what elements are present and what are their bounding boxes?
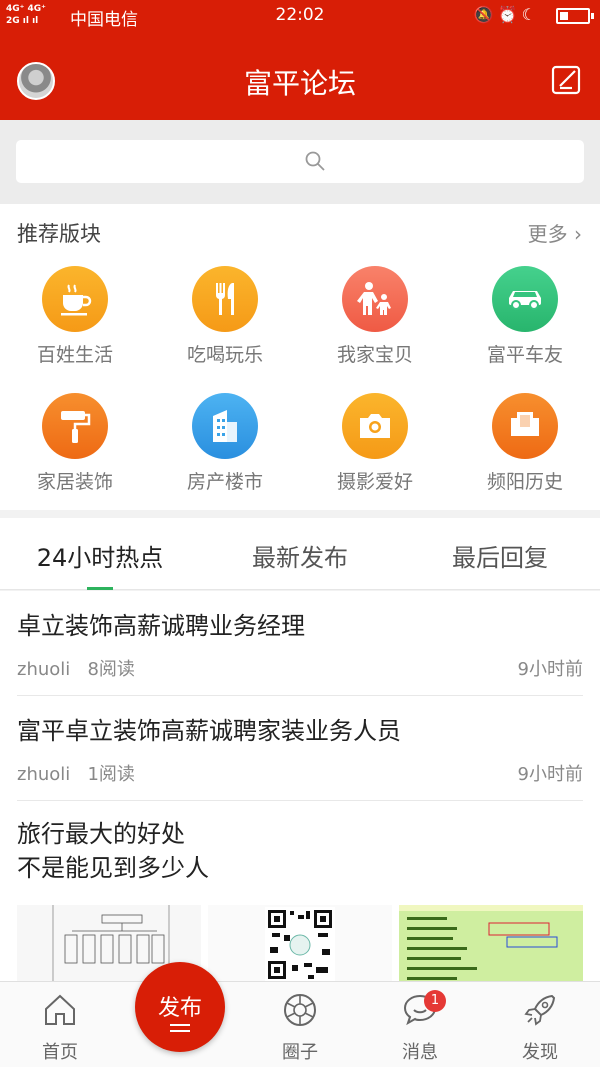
category-item[interactable]: 百姓生活 — [0, 266, 150, 367]
bell-off-icon: 🔕 — [473, 5, 498, 24]
post-author: zhuoli — [17, 659, 71, 680]
paint-roller-icon — [42, 393, 108, 459]
list-item[interactable]: 卓立装饰高薪诚聘业务经理 zhuoli 8阅读 9小时前 — [17, 591, 583, 696]
qr-code-image[interactable] — [208, 905, 392, 981]
post-title-line-1: 旅行最大的好处 — [17, 820, 185, 848]
building-icon — [192, 393, 258, 459]
feed-tabs: 24小时热点 最新发布 最后回复 — [0, 518, 600, 590]
section-title: 推荐版块 — [17, 222, 101, 246]
tab-last-reply[interactable]: 最后回复 — [400, 538, 600, 573]
category-label: 百姓生活 — [36, 344, 113, 366]
post-time: 9小时前 — [517, 659, 583, 680]
category-item[interactable]: 吃喝玩乐 — [150, 266, 300, 367]
post-title: 富平卓立装饰高薪诚聘家装业务人员 — [17, 717, 401, 745]
nav-home[interactable]: 首页 — [0, 982, 120, 1067]
search-input[interactable] — [16, 140, 584, 183]
advertisement-image[interactable] — [399, 905, 583, 981]
post-meta: zhuoli 8阅读 — [17, 655, 135, 681]
more-link[interactable]: 更多 › — [528, 218, 582, 247]
car-icon — [492, 266, 558, 332]
category-item[interactable]: 富平车友 — [450, 266, 600, 367]
post-author: zhuoli — [17, 764, 71, 785]
category-item[interactable]: 频阳历史 — [450, 393, 600, 494]
category-item[interactable]: 摄影爱好 — [300, 393, 450, 494]
book-icon — [492, 393, 558, 459]
alarm-icon: ⏰ — [497, 5, 522, 24]
nav-label: 发现 — [522, 1042, 558, 1063]
list-item[interactable]: 富平卓立装饰高薪诚聘家装业务人员 zhuoli 1阅读 9小时前 — [17, 696, 583, 801]
coffee-cup-icon — [42, 266, 108, 332]
category-label: 吃喝玩乐 — [186, 344, 263, 366]
page-title: 富平论坛 — [243, 67, 356, 100]
post-reads: 8阅读 — [87, 659, 135, 680]
recommended-section: 推荐版块 更多 › 百姓生活 吃喝玩乐 我家宝贝 富平车友 家居装饰 房产楼市 … — [0, 204, 600, 510]
nav-label: 消息 — [402, 1042, 438, 1063]
fork-knife-icon — [192, 266, 258, 332]
nav-messages[interactable]: 1 消息 — [360, 982, 480, 1067]
parent-child-icon — [342, 266, 408, 332]
nav-circle[interactable]: 圈子 — [240, 982, 360, 1067]
home-icon — [45, 994, 75, 1025]
status-bar: 4G⁺ 4G⁺ 2G ıl ıl 中国电信 22:02 🔕⏰☾ — [0, 0, 600, 32]
moon-icon: ☾ — [521, 5, 540, 24]
nav-label: 首页 — [42, 1042, 78, 1063]
battery-icon — [556, 8, 594, 24]
nav-discover[interactable]: 发现 — [480, 982, 600, 1067]
tab-hot-24h[interactable]: 24小时热点 — [0, 538, 200, 573]
compose-icon[interactable] — [550, 64, 582, 96]
search-icon — [305, 151, 325, 171]
category-item[interactable]: 我家宝贝 — [300, 266, 450, 367]
category-label: 富平车友 — [486, 344, 563, 366]
category-label: 家居装饰 — [36, 471, 113, 493]
menu-line-icon — [170, 1030, 190, 1032]
app-header: 富平论坛 — [0, 32, 600, 120]
unread-badge: 1 — [424, 990, 446, 1012]
post-thumbnails — [17, 905, 583, 981]
post-title: 卓立装饰高薪诚聘业务经理 — [17, 612, 305, 640]
post-time: 9小时前 — [517, 764, 583, 785]
category-item[interactable]: 房产楼市 — [150, 393, 300, 494]
post-list: 卓立装饰高薪诚聘业务经理 zhuoli 8阅读 9小时前 富平卓立装饰高薪诚聘家… — [0, 591, 600, 981]
publish-button[interactable]: 发布 — [135, 962, 225, 1052]
menu-line-icon — [170, 1024, 190, 1026]
post-reads: 1阅读 — [87, 764, 135, 785]
search-section — [0, 120, 600, 204]
post-meta: zhuoli 1阅读 — [17, 760, 135, 786]
rocket-icon — [524, 994, 556, 1026]
post-title-line-2: 不是能见到多少人 — [17, 854, 209, 882]
nav-label: 圈子 — [282, 1042, 318, 1063]
category-label: 我家宝贝 — [336, 344, 413, 366]
tab-latest[interactable]: 最新发布 — [200, 538, 400, 573]
camera-icon — [342, 393, 408, 459]
publish-label: 发布 — [157, 996, 202, 1021]
aperture-icon — [284, 994, 316, 1026]
status-icons: 🔕⏰☾ — [474, 5, 540, 24]
category-item[interactable]: 家居装饰 — [0, 393, 150, 494]
bottom-nav: 首页 圈子 1 消息 发现 — [0, 981, 600, 1067]
category-label: 摄影爱好 — [336, 471, 413, 493]
active-tab-indicator — [87, 587, 113, 590]
category-label: 频阳历史 — [486, 471, 563, 493]
category-label: 房产楼市 — [186, 471, 263, 493]
search-bar[interactable] — [16, 140, 584, 183]
